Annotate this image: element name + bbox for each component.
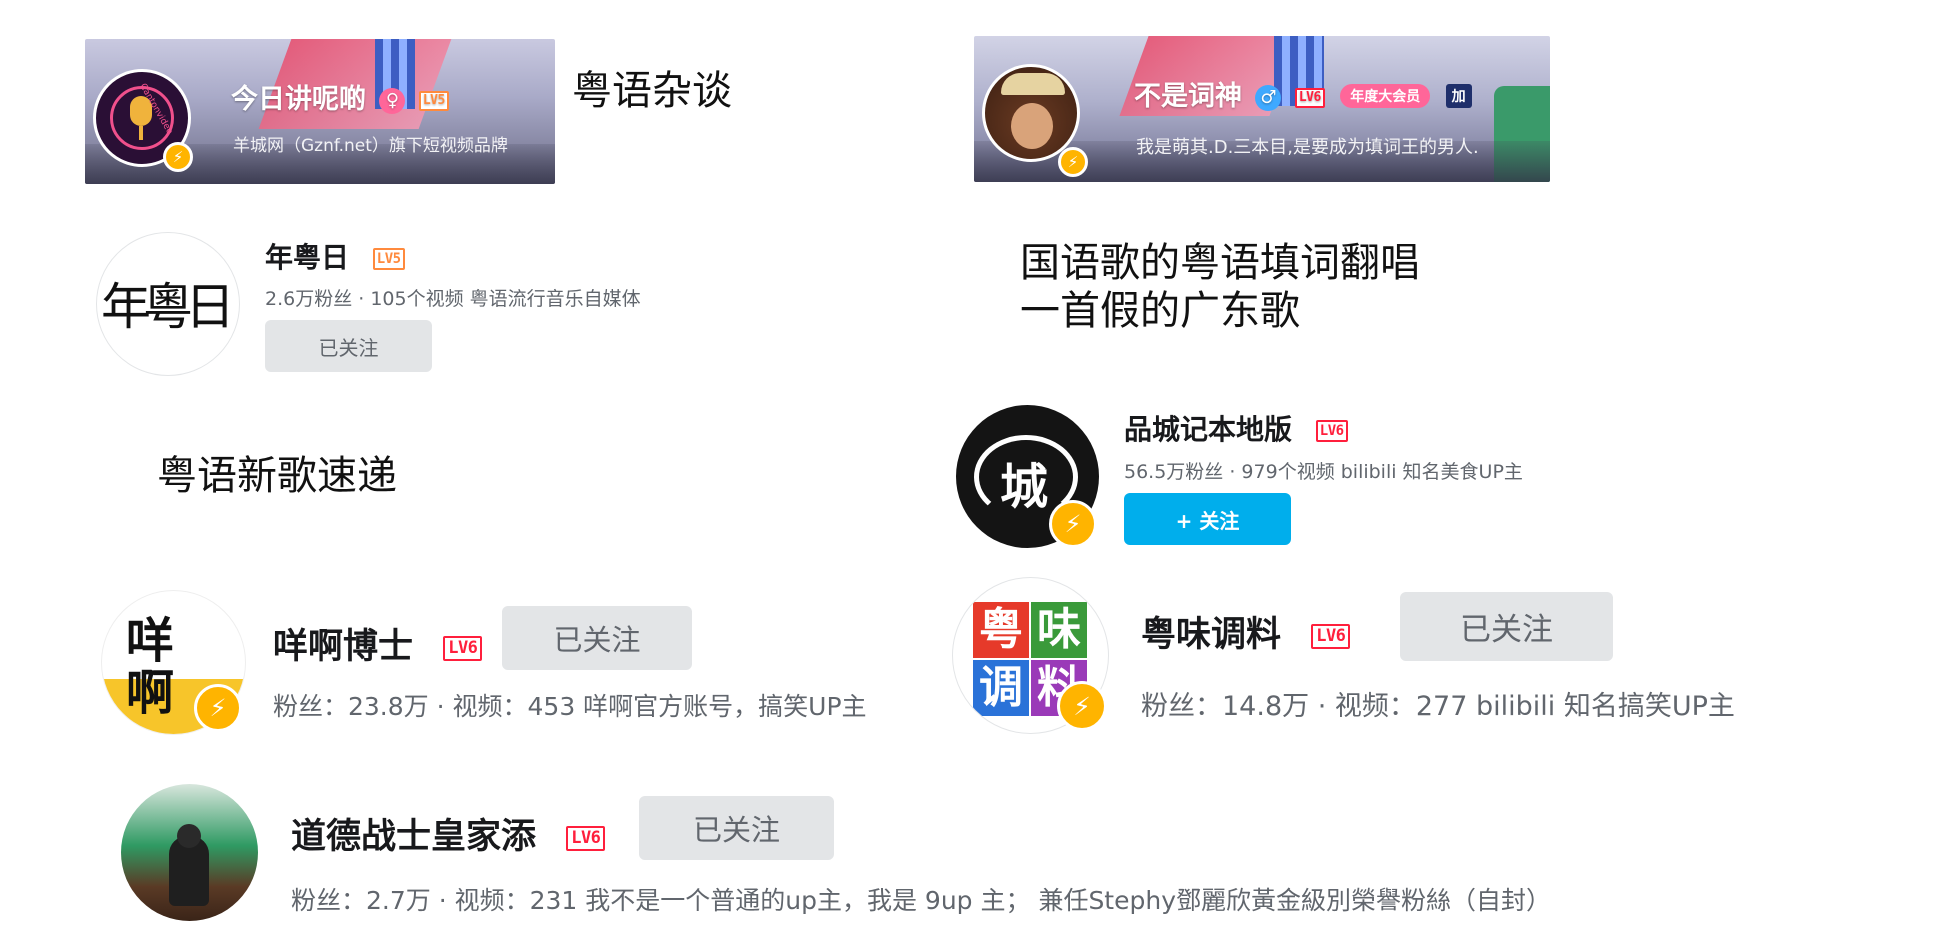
username-text[interactable]: 年粤日 (265, 241, 349, 274)
level-badge: LV6 (566, 826, 606, 851)
user-meta: 粉丝：14.8万 · 视频：277 bilibili 知名搞笑UP主 (1141, 691, 1735, 722)
avatar-face (1011, 103, 1053, 149)
user-meta: 56.5万粉丝 · 979个视频 bilibili 知名美食UP主 (1124, 461, 1523, 483)
verified-bolt-icon: ⚡ (163, 142, 193, 172)
avatar[interactable]: 年粵日 (96, 232, 240, 376)
avatar-tile: 粤 (973, 602, 1029, 658)
user-meta: 2.6万粉丝 · 105个视频 粤语流行音乐自媒体 (265, 288, 641, 310)
followed-button[interactable]: 已关注 (502, 606, 692, 670)
username[interactable]: 道德战士皇家添 LV6 (291, 808, 606, 859)
caption-new-songs: 粤语新歌速递 (157, 453, 397, 499)
extra-badge: 加 (1445, 84, 1472, 108)
banner-card-jinri[interactable]: Cantonvideo ⚡ 今日讲呢啲 ♀ LV5 羊城网（Gznf.net）旗… (85, 39, 555, 184)
username[interactable]: 年粤日 LV5 (265, 236, 405, 276)
verified-bolt-icon: ⚡ (1049, 500, 1097, 548)
username[interactable]: 咩啊博士 LV6 (273, 618, 483, 669)
male-gender-icon: ♂ (1255, 85, 1282, 111)
username-text[interactable]: 咩啊博士 (273, 627, 413, 667)
username-text[interactable]: 今日讲呢啲 (231, 84, 366, 115)
banner-card-bushi[interactable]: ⚡ 不是词神 ♂ LV6 年度大会员 加 我是萌其.D.三本目,是要成为填词王的… (974, 36, 1550, 182)
followed-button[interactable]: 已关注 (1400, 592, 1613, 661)
avatar[interactable] (982, 64, 1080, 162)
avatar-text: 城 (1000, 459, 1049, 515)
username-text[interactable]: 道德战士皇家添 (291, 817, 536, 857)
level-badge: LV6 (1315, 420, 1348, 442)
avatar-hat (1001, 73, 1065, 95)
vip-badge: 年度大会员 (1340, 84, 1431, 108)
banner-username[interactable]: 不是词神 ♂ LV6 年度大会员 加 (1134, 74, 1472, 113)
follow-button[interactable]: + 关注 (1124, 493, 1291, 545)
avatar-text: 年粵日 (101, 278, 235, 336)
avatar[interactable] (121, 784, 258, 921)
verified-bolt-icon: ⚡ (194, 684, 242, 732)
user-meta: 粉丝：2.7万 · 视频：231 我不是一个普通的up主，我是 9up 主； 兼… (291, 886, 1552, 915)
verified-bolt-icon: ⚡ (1057, 681, 1107, 731)
verified-bolt-icon: ⚡ (1058, 147, 1088, 177)
caption-fake-cantonese: 一首假的广东歌 (1020, 288, 1300, 334)
level-badge: LV6 (1294, 88, 1325, 108)
username[interactable]: 粤味调料 LV6 (1141, 606, 1351, 657)
username-text[interactable]: 不是词神 (1134, 81, 1242, 112)
username-text[interactable]: 粤味调料 (1141, 615, 1281, 655)
username[interactable]: 品城记本地版 LV6 (1124, 408, 1348, 448)
level-badge: LV6 (443, 636, 483, 661)
microphone-icon (139, 126, 143, 140)
avatar-tile: 调 (973, 660, 1029, 716)
level-badge: LV6 (1311, 624, 1351, 649)
followed-button[interactable]: 已关注 (265, 320, 432, 372)
avatar-tile: 味 (1031, 602, 1087, 658)
banner-username[interactable]: 今日讲呢啲 ♀ LV5 (231, 77, 449, 116)
banner-signature: 羊城网（Gznf.net）旗下短视频品牌 (233, 136, 508, 156)
avatar-head (177, 824, 201, 848)
level-badge: LV5 (372, 248, 405, 270)
followed-button[interactable]: 已关注 (639, 796, 834, 860)
banner-signature: 我是萌其.D.三本目,是要成为填词王的男人. (1136, 137, 1479, 158)
avatar-text: 咩啊 (126, 613, 175, 721)
female-gender-icon: ♀ (379, 88, 406, 114)
caption-cantonese-chat: 粤语杂谈 (572, 68, 732, 114)
level-badge: LV5 (418, 91, 449, 111)
username-text[interactable]: 品城记本地版 (1124, 413, 1292, 446)
user-meta: 粉丝：23.8万 · 视频：453 咩啊官方账号，搞笑UP主 (273, 692, 867, 721)
